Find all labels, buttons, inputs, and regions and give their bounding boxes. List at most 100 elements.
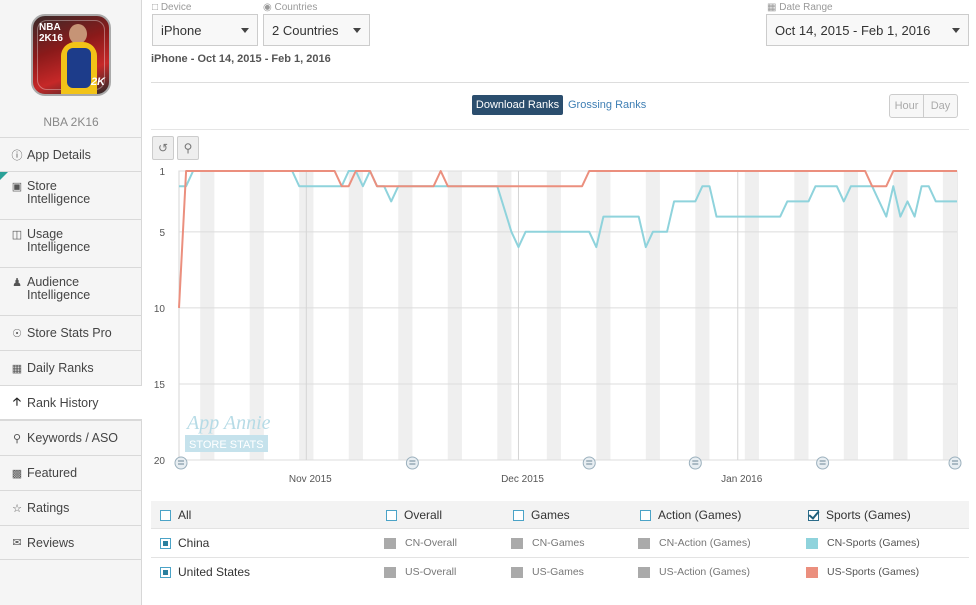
watermark-text: App Annie xyxy=(185,412,271,434)
grossing-ranks-tab[interactable]: Grossing Ranks xyxy=(568,95,646,115)
annotation-marker-icon xyxy=(405,456,419,470)
checkbox[interactable] xyxy=(640,510,651,521)
y-tick-label: 20 xyxy=(154,456,166,467)
sidebar-item-keywords-aso[interactable]: ⚲ Keywords / ASO xyxy=(0,420,142,455)
x-tick-label: Dec 2015 xyxy=(501,474,544,485)
gauge-icon: ☉ xyxy=(12,327,22,340)
info-icon: ⓘ xyxy=(11,149,23,162)
sidebar-item-rank-history[interactable]: 🡡 Rank History xyxy=(0,385,143,420)
sidebar-item-store-stats-pro[interactable]: ☉ Store Stats Pro xyxy=(0,315,142,350)
chevron-down-icon xyxy=(241,28,249,33)
app-icon-text: NBA xyxy=(39,22,61,33)
sidebar-item-featured[interactable]: ▩ Featured xyxy=(0,455,142,490)
legend-row-china: China CN-Overall CN-Games CN-Action (Gam… xyxy=(151,529,969,558)
countries-select[interactable]: 2 Countries xyxy=(263,14,370,46)
weekend-band xyxy=(695,171,710,460)
sidebar-item-store-intelligence[interactable]: ▣ Store Intelligence xyxy=(0,171,142,219)
legend-row-us: United States US-Overall US-Games US-Act… xyxy=(151,558,969,587)
checkbox-checked[interactable] xyxy=(160,567,171,578)
sidebar-item-daily-ranks[interactable]: ▦ Daily Ranks xyxy=(0,350,142,385)
chevron-down-icon xyxy=(952,28,960,33)
download-ranks-tab[interactable]: Download Ranks xyxy=(472,95,563,115)
hour-button[interactable]: Hour xyxy=(890,95,924,117)
legend-all[interactable]: All xyxy=(160,501,191,530)
zoom-button[interactable]: ⚲ xyxy=(177,136,199,160)
store-icon: ▣ xyxy=(11,181,23,193)
usage-icon: ◫ xyxy=(11,229,23,241)
weekend-band xyxy=(348,171,363,460)
chart-summary: iPhone - Oct 14, 2015 - Feb 1, 2016 xyxy=(151,53,331,65)
weekend-band xyxy=(645,171,660,460)
annotation-marker-icon xyxy=(582,456,596,470)
series-us-overall[interactable]: US-Overall xyxy=(384,558,456,587)
annotation-marker-icon xyxy=(174,456,188,470)
checkbox-checked[interactable] xyxy=(808,510,819,521)
weekend-band xyxy=(744,171,759,460)
sidebar-item-usage-intelligence[interactable]: ◫ Usage Intelligence xyxy=(0,219,142,267)
y-tick-label: 5 xyxy=(159,228,165,239)
person-icon: ♟ xyxy=(12,277,22,289)
app-icon-brand: 2K xyxy=(90,76,105,88)
x-tick-label: Nov 2015 xyxy=(289,474,332,485)
series-cn-overall[interactable]: CN-Overall xyxy=(384,529,457,558)
weekend-band xyxy=(447,171,462,460)
rank-history-chart: 15101520Nov 2015 Dec 2015 Jan 2016App Anni… xyxy=(154,167,962,485)
sidebar: NBA 2K16 2K NBA 2K16 ⓘ App Details ▣ Store… xyxy=(0,0,143,605)
sidebar-item-audience-intelligence[interactable]: ♟ Audience Intelligence xyxy=(0,267,142,315)
y-tick-label: 10 xyxy=(154,304,166,315)
arrow-up-icon: 🡡 xyxy=(13,396,21,408)
country-united-states[interactable]: United States xyxy=(160,558,250,587)
date-range-label: ▦ Date Range xyxy=(767,2,833,13)
checkbox-checked[interactable] xyxy=(160,538,171,549)
app-icon: NBA 2K16 2K xyxy=(31,14,111,96)
reset-zoom-button[interactable]: ↺ xyxy=(152,136,174,160)
app-icon-subtext: 2K16 xyxy=(39,33,63,44)
y-tick-label: 1 xyxy=(159,167,165,178)
star-icon: ☆ xyxy=(12,502,22,515)
checkbox[interactable] xyxy=(386,510,397,521)
legend-overall[interactable]: Overall xyxy=(386,501,442,530)
divider xyxy=(151,82,969,83)
featured-icon: ▩ xyxy=(11,467,23,480)
annotation-marker-icon xyxy=(948,456,962,470)
checkbox[interactable] xyxy=(160,510,171,521)
key-icon: ⚲ xyxy=(12,432,22,445)
weekend-band xyxy=(546,171,561,460)
plot-area xyxy=(178,170,958,461)
series-cn-sports[interactable]: CN-Sports (Games) xyxy=(806,529,920,558)
countries-label: ◉ Countries xyxy=(263,2,318,13)
legend-action-games[interactable]: Action (Games) xyxy=(640,501,741,530)
device-select[interactable]: iPhone xyxy=(152,14,258,46)
y-tick-label: 15 xyxy=(154,380,166,391)
annotation-marker-icon xyxy=(688,456,702,470)
series-us-games[interactable]: US-Games xyxy=(511,558,584,587)
granularity-toggle: Hour Day xyxy=(889,94,958,118)
weekend-band xyxy=(398,171,413,460)
legend-games[interactable]: Games xyxy=(513,501,570,530)
country-china[interactable]: China xyxy=(160,529,209,558)
weekend-band xyxy=(843,171,858,460)
chevron-down-icon xyxy=(353,28,361,33)
sidebar-item-ratings[interactable]: ☆ Ratings xyxy=(0,490,142,525)
annotation-marker-icon xyxy=(816,456,830,470)
watermark-subtext: STORE STATS xyxy=(189,439,264,451)
sidebar-nav: ⓘ App Details ▣ Store Intelligence ◫ Usage … xyxy=(0,137,143,560)
sidebar-item-app-details[interactable]: ⓘ App Details xyxy=(0,137,142,171)
date-range-select[interactable]: Oct 14, 2015 - Feb 1, 2016 xyxy=(766,14,969,46)
divider xyxy=(151,129,969,130)
comments-icon: ✉ xyxy=(12,537,22,549)
checkbox[interactable] xyxy=(513,510,524,521)
weekend-band xyxy=(942,171,957,460)
app-name: NBA 2K16 xyxy=(43,115,99,129)
series-us-sports[interactable]: US-Sports (Games) xyxy=(806,558,919,587)
series-cn-action[interactable]: CN-Action (Games) xyxy=(638,529,751,558)
weekend-band xyxy=(794,171,809,460)
legend-sports-games[interactable]: Sports (Games) xyxy=(808,501,911,530)
weekend-band xyxy=(497,171,512,460)
calendar-icon: ▦ xyxy=(11,362,23,375)
series-us-action[interactable]: US-Action (Games) xyxy=(638,558,750,587)
day-button[interactable]: Day xyxy=(924,95,957,117)
series-cn-games[interactable]: CN-Games xyxy=(511,529,585,558)
sidebar-item-reviews[interactable]: ✉ Reviews xyxy=(0,525,142,560)
legend-header-row: All Overall Games Action (Games) Sports … xyxy=(151,501,969,529)
